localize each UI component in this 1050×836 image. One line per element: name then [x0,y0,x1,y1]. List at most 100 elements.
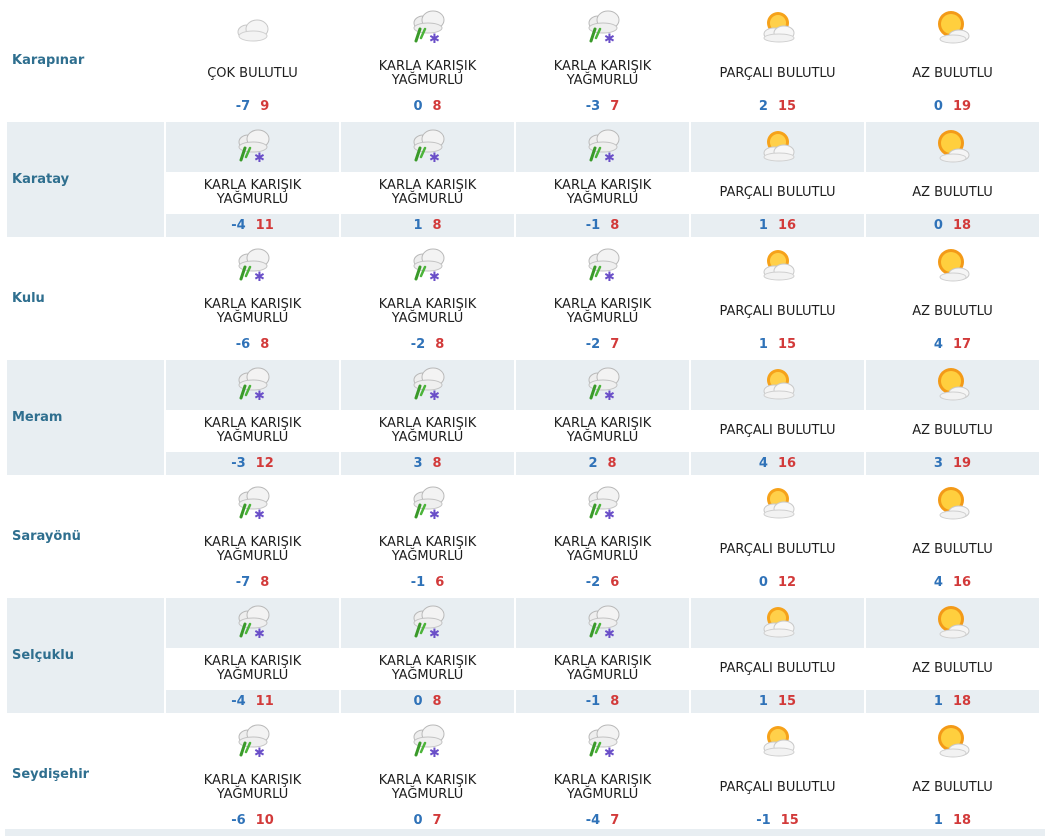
temperature-cell: 0 19 [866,95,1039,118]
city-name[interactable]: Karatay [7,122,164,237]
day-icon-cell: ✱ [516,3,689,53]
high-temp: 8 [435,337,445,352]
condition-text: AZ BULUTLU [912,780,993,795]
temperature-cell: 1 15 [691,690,864,713]
mostly-sunny-icon [931,126,975,168]
low-temp: 4 [933,575,943,590]
condition-label: PARÇALI BULUTLU [691,529,864,571]
svg-text:✱: ✱ [429,32,440,47]
low-temp: -4 [231,694,246,709]
city-name[interactable]: Selçuklu [7,598,164,713]
high-temp: 16 [952,575,972,590]
low-temp: 1 [413,218,423,233]
high-temp: 18 [952,694,972,709]
day-icon-cell [866,122,1039,172]
condition-line-1: KARLA KARIŞIK [378,416,477,431]
svg-text:✱: ✱ [429,389,440,404]
high-temp: 8 [432,694,442,709]
condition-line-2: YAĞMURLU [391,73,464,88]
temperature-cell: -2 7 [516,333,689,356]
sleet-icon: ✱ [231,364,275,406]
condition-text: AZ BULUTLU [912,185,993,200]
high-temp: 15 [777,99,797,114]
partly-cloudy-icon [756,7,800,49]
partly-cloudy-icon [756,602,800,644]
low-temp: -2 [585,337,601,352]
condition-line-1: KARLA KARIŞIK [378,59,477,74]
partly-cloudy-icon [756,721,800,763]
day-icon-cell [691,241,864,291]
city-name[interactable]: Meram [7,360,164,475]
condition-label: KARLA KARIŞIK YAĞMURLU [516,53,689,95]
day-icon-cell: ✱ [341,3,514,53]
temperature-cell: 0 18 [866,214,1039,237]
condition-line-2: YAĞMURLU [566,430,639,445]
condition-line-1: KARLA KARIŞIK [203,297,302,312]
low-temp: 1 [758,694,768,709]
high-temp: 18 [952,218,972,233]
day-icon-cell [691,479,864,529]
condition-line-2: YAĞMURLU [566,549,639,564]
day-icon-cell [866,3,1039,53]
condition-label: AZ BULUTLU [866,172,1039,214]
mostly-sunny-icon [931,245,975,287]
low-temp: -6 [231,813,246,828]
high-temp: 8 [432,218,442,233]
sleet-icon: ✱ [231,126,275,168]
high-temp: 7 [610,99,620,114]
condition-line-1: KARLA KARIŞIK [378,535,477,550]
condition-label: ÇOK BULUTLU [166,53,339,95]
condition-line-1: KARLA KARIŞIK [378,773,477,788]
condition-line-2: YAĞMURLU [216,192,289,207]
low-temp: -2 [585,575,601,590]
city-name[interactable]: Kulu [7,241,164,356]
sleet-icon: ✱ [581,721,625,763]
low-temp: -7 [235,575,251,590]
city-name[interactable]: Sarayönü [7,479,164,594]
condition-line-2: YAĞMURLU [216,430,289,445]
condition-line-1: KARLA KARIŞIK [553,297,652,312]
city-name[interactable]: Karapınar [7,3,164,118]
day-icon-cell [691,360,864,410]
condition-text: AZ BULUTLU [912,66,993,81]
condition-line-1: KARLA KARIŞIK [553,59,652,74]
temperature-cell: -7 8 [166,571,339,594]
condition-line-2: YAĞMURLU [391,668,464,683]
svg-text:✱: ✱ [429,151,440,166]
high-temp: 12 [777,575,797,590]
condition-label: PARÇALI BULUTLU [691,767,864,809]
temperature-cell: -1 6 [341,571,514,594]
condition-line-1: KARLA KARIŞIK [203,416,302,431]
day-icon-cell: ✱ [341,241,514,291]
svg-text:✱: ✱ [429,627,440,642]
high-temp: 7 [610,337,620,352]
city-name[interactable]: Seydişehir [7,717,164,832]
condition-label: KARLA KARIŞIK YAĞMURLU [166,767,339,809]
day-icon-cell: ✱ [516,122,689,172]
high-temp: 17 [952,337,972,352]
temperature-cell: -6 8 [166,333,339,356]
svg-text:✱: ✱ [254,151,265,166]
high-temp: 15 [777,694,797,709]
forecast-icon-row: Seydişehir ✱ ✱ ✱ [7,717,1039,782]
low-temp: 0 [413,813,423,828]
sleet-icon: ✱ [231,602,275,644]
temperature-cell: 0 12 [691,571,864,594]
condition-label: KARLA KARIŞIK YAĞMURLU [341,529,514,571]
sleet-icon: ✱ [231,483,275,525]
condition-line-2: YAĞMURLU [391,549,464,564]
high-temp: 7 [610,813,620,828]
condition-label: AZ BULUTLU [866,410,1039,452]
condition-label: AZ BULUTLU [866,53,1039,95]
condition-label: PARÇALI BULUTLU [691,291,864,333]
condition-label: KARLA KARIŞIK YAĞMURLU [341,410,514,452]
sleet-icon: ✱ [406,245,450,287]
low-temp: -1 [410,575,426,590]
day-icon-cell [866,717,1039,767]
high-temp: 16 [777,456,797,471]
low-temp: 1 [933,813,943,828]
partly-cloudy-icon [756,245,800,287]
cloudy-icon [231,7,275,49]
sleet-icon: ✱ [581,126,625,168]
high-temp: 15 [780,813,799,828]
